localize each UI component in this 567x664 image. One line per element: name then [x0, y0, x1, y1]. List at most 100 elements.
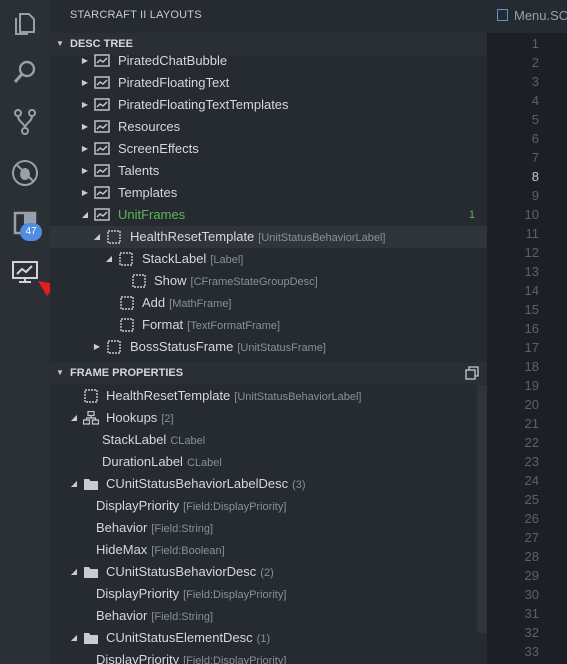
desc-tree: ▶ PiratedChatBubble ▶ PiratedFloatingTex…: [50, 50, 487, 356]
property-item[interactable]: ◢ Hookups [2]: [50, 407, 477, 429]
property-item[interactable]: HealthResetTemplate [UnitStatusBehaviorLa…: [50, 385, 477, 407]
chevron-down-icon: ▼: [56, 368, 64, 377]
line-number: 11: [525, 226, 540, 241]
property-label: Hookups [2]: [106, 410, 174, 425]
line-number: 27: [524, 530, 539, 545]
tree-item-label: UnitFrames: [118, 207, 186, 222]
line-number: 17: [524, 340, 539, 355]
property-label: DisplayPriority [Field:DisplayPriority]: [96, 498, 287, 513]
tree-item-label: BossStatusFrame [UnitStatusFrame]: [130, 339, 326, 354]
tree-item[interactable]: ◢ UnitFrames 1: [50, 204, 487, 226]
folder-icon: [84, 567, 98, 578]
properties-scrollbar[interactable]: [477, 385, 487, 633]
chevron-right-icon: ▶: [93, 342, 101, 351]
line-number: 24: [524, 473, 539, 488]
property-item[interactable]: ◢ CUnitStatusBehaviorLabelDesc (3): [50, 473, 477, 495]
chevron-right-icon: ▶: [81, 188, 89, 197]
tree-item-selected[interactable]: ◢ HealthResetTemplate [UnitStatusBehavior…: [50, 226, 487, 248]
chart-file-icon: [94, 76, 110, 89]
line-number: 32: [524, 625, 539, 640]
tree-item[interactable]: ▶ PiratedFloatingText: [50, 72, 487, 94]
sidebar: STARCRAFT II LAYOUTS ▼ DESC TREE ▶ Pirat…: [50, 0, 487, 664]
property-item[interactable]: ◢ CUnitStatusElementDesc (1): [50, 627, 477, 649]
line-number: 21: [524, 416, 539, 431]
collapse-all-icon[interactable]: [465, 366, 479, 380]
frame-icon: [107, 340, 121, 354]
frame-icon: [120, 318, 134, 332]
chevron-right-icon: ▶: [81, 144, 89, 153]
line-number: 29: [524, 568, 539, 583]
line-number: 2: [531, 55, 539, 70]
tree-item[interactable]: ▶ Talents: [50, 160, 487, 182]
chart-file-icon: [94, 208, 110, 221]
tree-item[interactable]: ▶ PiratedChatBubble: [50, 50, 487, 72]
tree-item[interactable]: ▶ ScreenEffects: [50, 138, 487, 160]
source-control-icon[interactable]: [0, 98, 50, 146]
hierarchy-icon: [83, 411, 99, 425]
line-number: 15: [524, 302, 539, 317]
property-label: Behavior [Field:String]: [96, 520, 214, 535]
line-number: 10: [524, 207, 539, 222]
change-count: 1: [468, 209, 475, 221]
frame-properties: HealthResetTemplate [UnitStatusBehaviorLa…: [50, 385, 477, 664]
search-icon[interactable]: [0, 48, 50, 96]
chevron-down-icon: ◢: [105, 254, 113, 263]
property-item[interactable]: DurationLabel CLabel: [50, 451, 477, 473]
chevron-down-icon: ◢: [70, 479, 78, 488]
property-item[interactable]: DisplayPriority [Field:DisplayPriority]: [50, 583, 477, 605]
property-item[interactable]: ◢ CUnitStatusBehaviorDesc (2): [50, 561, 477, 583]
chevron-right-icon: ▶: [81, 56, 89, 65]
tab-menu-file[interactable]: Menu.SC: [497, 0, 567, 33]
frame-icon: [119, 252, 133, 266]
property-label: CUnitStatusBehaviorDesc (2): [106, 564, 274, 579]
line-number: 13: [524, 264, 539, 279]
tree-item[interactable]: ▶ PiratedFloatingTextTemplates: [50, 94, 487, 116]
tree-item-label: PiratedChatBubble: [118, 53, 228, 68]
line-number: 18: [524, 359, 539, 374]
tree-item-label: Talents: [118, 163, 160, 178]
frame-icon: [120, 296, 134, 310]
property-item[interactable]: Behavior [Field:String]: [50, 605, 477, 627]
tab-bar: Menu.SC: [487, 0, 567, 33]
files-icon[interactable]: [0, 0, 50, 48]
chevron-down-icon: ◢: [70, 413, 78, 422]
line-number: 25: [524, 492, 539, 507]
line-number: 33: [524, 644, 539, 659]
frame-icon: [132, 274, 146, 288]
line-number: 5: [531, 112, 539, 127]
chevron-right-icon: ▶: [81, 100, 89, 109]
frame-properties-header[interactable]: ▼ FRAME PROPERTIES: [50, 362, 487, 384]
line-number: 23: [524, 454, 539, 469]
chart-file-icon: [94, 120, 110, 133]
property-item[interactable]: DisplayPriority [Field:DisplayPriority]: [50, 649, 477, 664]
frame-icon: [107, 230, 121, 244]
line-number: 30: [524, 587, 539, 602]
chevron-down-icon: ◢: [70, 633, 78, 642]
tree-item[interactable]: Format [TextFormatFrame]: [50, 314, 487, 336]
debug-icon[interactable]: [0, 149, 50, 197]
line-number: 6: [531, 131, 539, 146]
tree-item[interactable]: ▶ Resources: [50, 116, 487, 138]
property-item[interactable]: Behavior [Field:String]: [50, 517, 477, 539]
property-item[interactable]: StackLabel CLabel: [50, 429, 477, 451]
tree-item[interactable]: Add [MathFrame]: [50, 292, 487, 314]
folder-icon: [84, 633, 98, 644]
tree-item[interactable]: Show [CFrameStateGroupDesc]: [50, 270, 487, 292]
tree-item-label: Add [MathFrame]: [142, 295, 232, 310]
tree-item-label: Format [TextFormatFrame]: [142, 317, 281, 332]
line-number: 26: [524, 511, 539, 526]
property-label: DisplayPriority [Field:DisplayPriority]: [96, 652, 287, 664]
tree-item[interactable]: ▶ BossStatusFrame [UnitStatusFrame]: [50, 336, 487, 356]
property-label: Behavior [Field:String]: [96, 608, 214, 623]
chevron-down-icon: ◢: [70, 567, 78, 576]
chart-file-icon: [94, 164, 110, 177]
property-label: CUnitStatusElementDesc (1): [106, 630, 271, 645]
property-item[interactable]: HideMax [Field:Boolean]: [50, 539, 477, 561]
line-number: 14: [524, 283, 539, 298]
property-item[interactable]: DisplayPriority [Field:DisplayPriority]: [50, 495, 477, 517]
line-number: 3: [531, 74, 539, 89]
line-number: 4: [531, 93, 539, 108]
tree-item[interactable]: ▶ Templates: [50, 182, 487, 204]
tree-item[interactable]: ◢ StackLabel [Label]: [50, 248, 487, 270]
tree-item-label: Templates: [118, 185, 178, 200]
